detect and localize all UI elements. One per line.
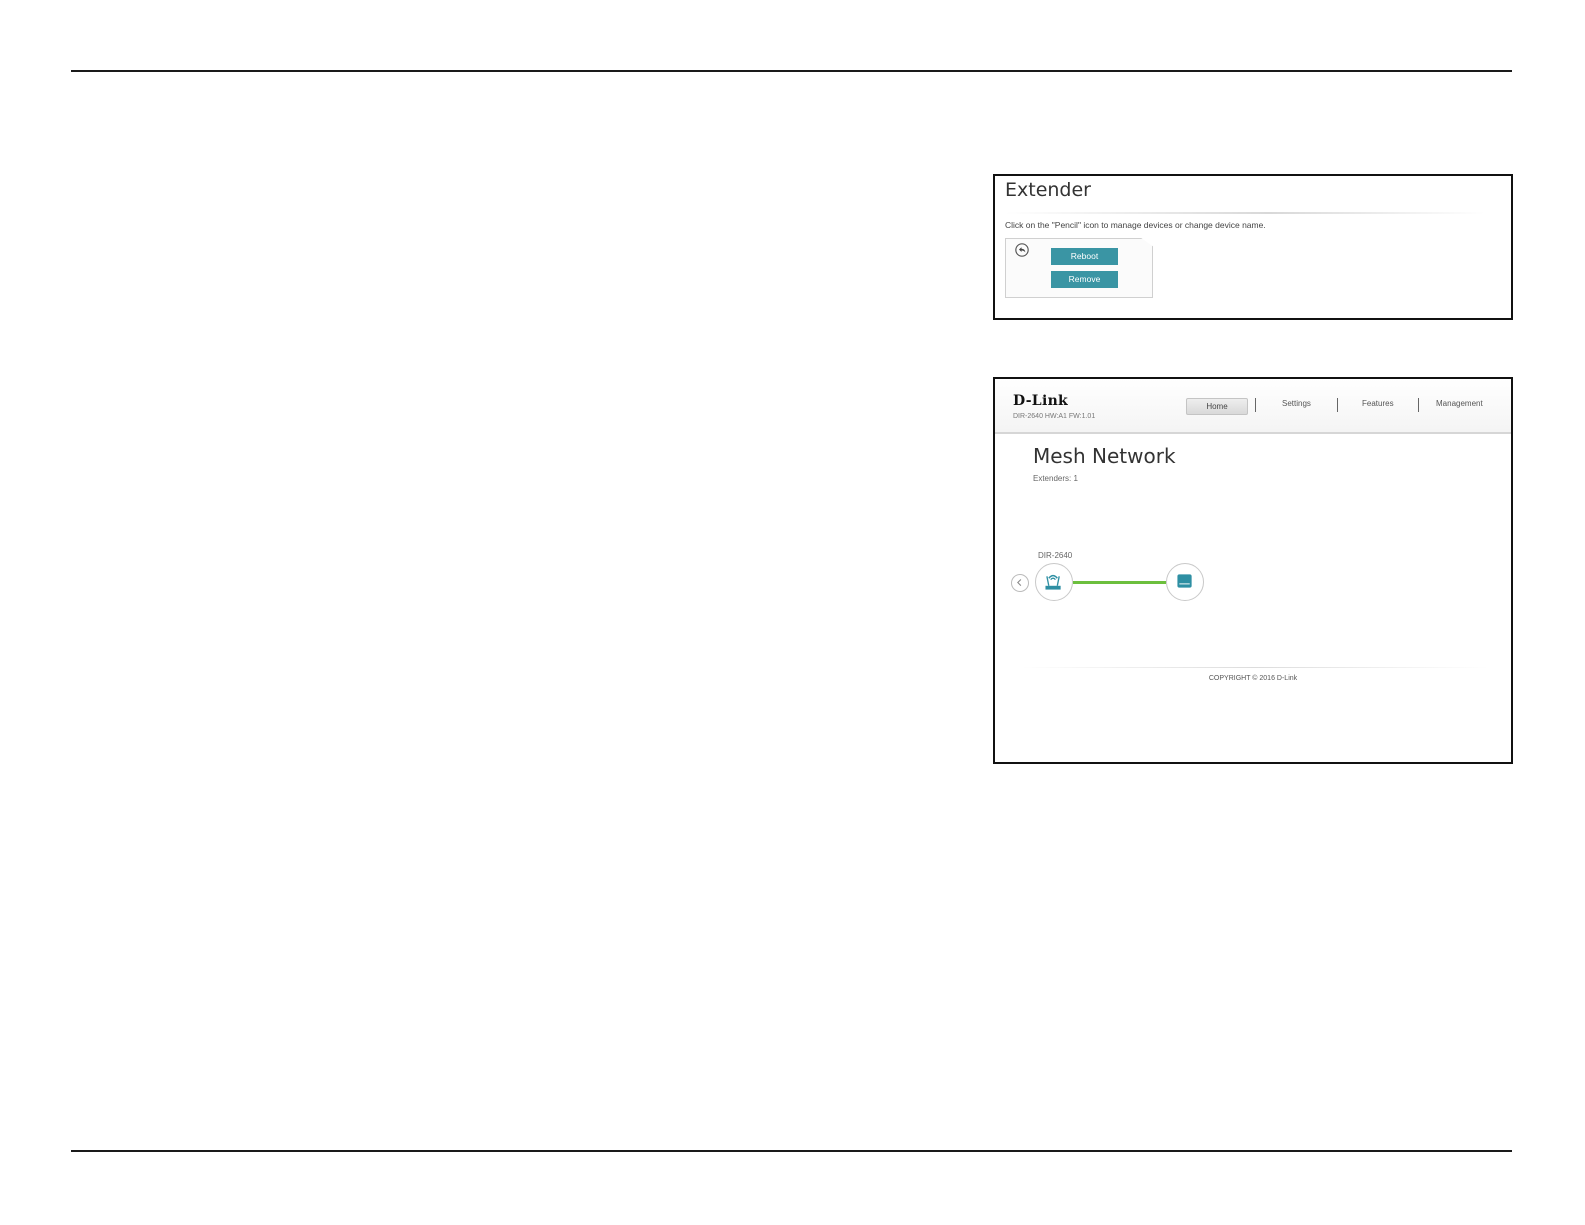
extender-node[interactable]	[1166, 563, 1204, 601]
footer-divider	[1021, 667, 1489, 668]
nav-separator	[1255, 398, 1256, 412]
bottom-rule	[71, 1150, 1512, 1152]
back-arrow-icon[interactable]	[1015, 243, 1029, 257]
router-device-label: DIR-2640	[1038, 551, 1073, 560]
nav-home[interactable]: Home	[1186, 398, 1248, 415]
router-header: D-Link DIR-2640 HW:A1 FW:1.01 Home Setti…	[995, 379, 1511, 434]
mesh-link-line	[1073, 581, 1166, 584]
extender-hint: Click on the "Pencil" icon to manage dev…	[1005, 220, 1266, 230]
extender-panel: Extender Click on the "Pencil" icon to m…	[993, 174, 1513, 320]
mesh-network-panel: D-Link DIR-2640 HW:A1 FW:1.01 Home Setti…	[993, 377, 1513, 764]
reboot-button[interactable]: Reboot	[1051, 248, 1118, 265]
firmware-info: DIR-2640 HW:A1 FW:1.01	[1013, 413, 1096, 420]
extender-icon	[1177, 574, 1192, 588]
nav-settings[interactable]: Settings	[1282, 399, 1311, 408]
title-divider	[1005, 212, 1485, 214]
dlink-logo: D-Link	[1013, 393, 1069, 409]
nav-separator	[1418, 398, 1419, 412]
router-node[interactable]	[1035, 563, 1073, 601]
top-rule	[71, 70, 1512, 72]
extender-title: Extender	[1005, 179, 1091, 201]
extenders-count: Extenders: 1	[1033, 474, 1078, 483]
chevron-left-icon[interactable]	[1011, 574, 1029, 592]
device-action-card: Reboot Remove	[1005, 238, 1153, 298]
nav-features[interactable]: Features	[1362, 399, 1394, 408]
copyright-text: COPYRIGHT © 2016 D-Link	[1208, 675, 1298, 682]
nav-separator	[1337, 398, 1338, 412]
page-title: Mesh Network	[1033, 444, 1176, 468]
nav-management[interactable]: Management	[1436, 399, 1483, 408]
router-icon	[1045, 574, 1061, 590]
remove-button[interactable]: Remove	[1051, 271, 1118, 288]
